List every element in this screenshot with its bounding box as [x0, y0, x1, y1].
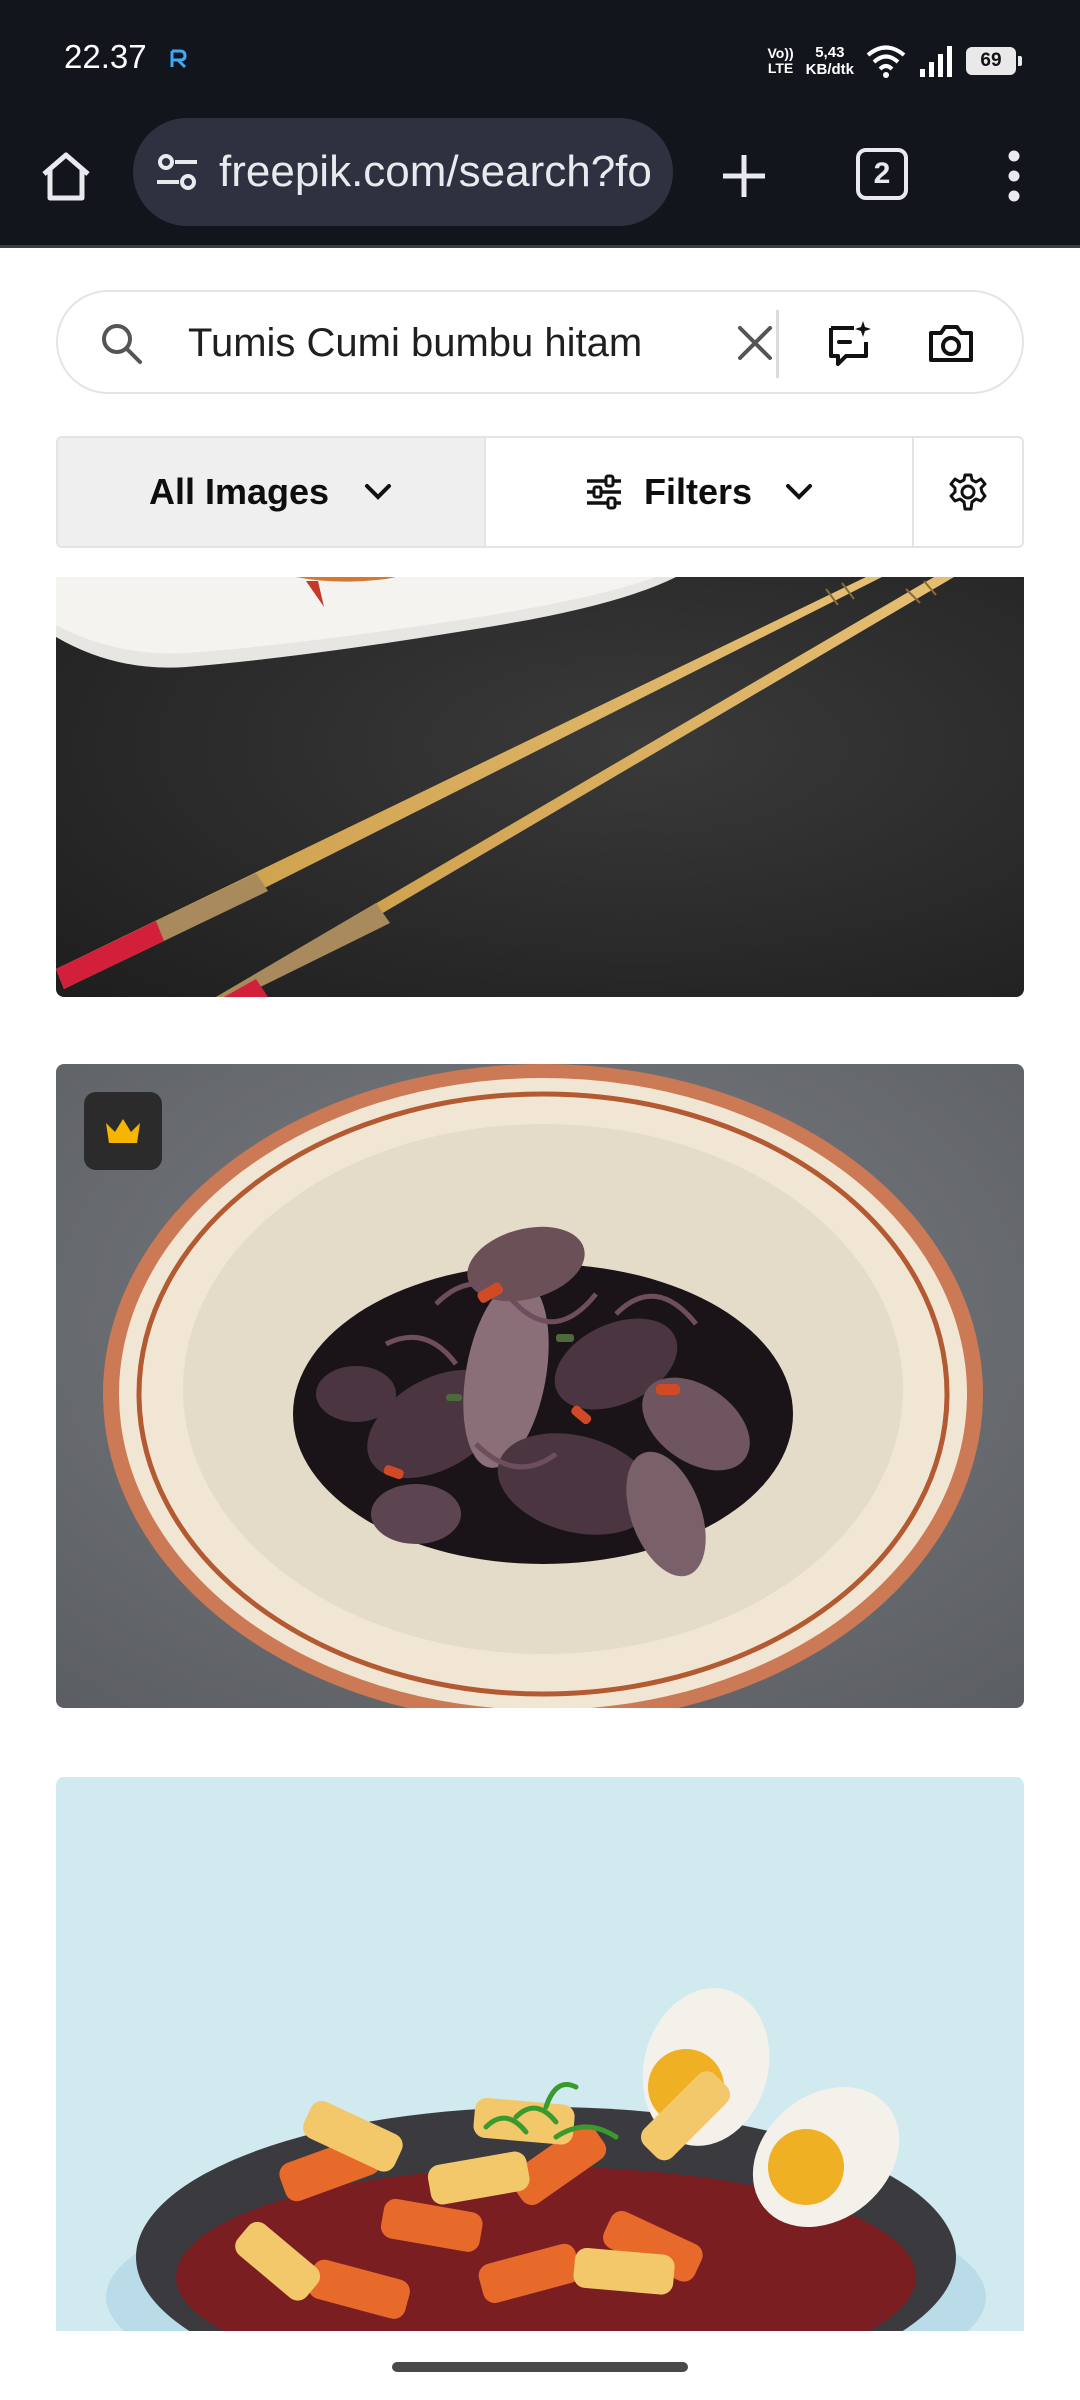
close-icon[interactable]: [732, 320, 778, 366]
volte-line1: Vo)): [767, 45, 794, 61]
squid-dish-photo: [56, 1064, 1024, 1708]
more-vert-icon: [1008, 150, 1020, 202]
status-bar: 22.37 Vo)) LTE 5,43 KB/dtk 69: [0, 0, 1080, 118]
url-text[interactable]: freepik.com/search?fo: [219, 147, 659, 197]
browser-toolbar: freepik.com/search?fo 2: [0, 118, 1080, 248]
result-image-card[interactable]: [56, 1777, 1024, 2331]
status-time: 22.37: [64, 38, 147, 75]
address-bar[interactable]: freepik.com/search?fo: [133, 118, 673, 226]
volte-indicator: Vo)) LTE: [767, 46, 793, 76]
plus-icon: [723, 155, 765, 197]
net-speed-unit: KB/dtk: [805, 61, 854, 78]
site-settings-icon[interactable]: [153, 148, 201, 196]
ai-chat-search-icon[interactable]: [824, 318, 874, 368]
status-indicators: Vo)) LTE 5,43 KB/dtk 69: [767, 34, 1022, 88]
filters-label: Filters: [643, 471, 753, 512]
net-speed: 5,43 KB/dtk: [806, 44, 854, 78]
volte-line2: LTE: [767, 60, 794, 76]
net-speed-value: 5,43: [815, 44, 845, 61]
sliders-icon: [586, 474, 621, 510]
premium-badge: [84, 1092, 162, 1170]
app-notification-icon: [170, 49, 187, 69]
tteokbokki-illustration: [56, 1777, 1024, 2331]
settings-button[interactable]: [914, 438, 1022, 546]
search-divider: [776, 310, 779, 378]
chevron-down-icon: [786, 484, 813, 500]
all-images-dropdown[interactable]: All Images: [58, 438, 486, 546]
new-tab-button[interactable]: [712, 144, 776, 208]
battery-indicator: 69: [966, 47, 1022, 75]
home-icon: [42, 152, 90, 201]
result-image-card[interactable]: [56, 1064, 1024, 1708]
signal-icon: [920, 46, 952, 77]
gesture-navigation-bar[interactable]: [392, 2362, 688, 2372]
wifi-icon: [866, 45, 906, 78]
search-icon[interactable]: [98, 320, 144, 366]
home-button[interactable]: [34, 144, 98, 208]
crown-icon: [106, 1119, 140, 1143]
tab-switcher-button[interactable]: 2: [856, 148, 908, 200]
gear-icon: [949, 473, 987, 511]
result-image-card[interactable]: [56, 577, 1024, 997]
camera-icon[interactable]: [926, 318, 976, 368]
all-images-label: All Images: [148, 471, 330, 512]
filter-bar: All Images Filters: [56, 436, 1024, 548]
overflow-menu-button[interactable]: [982, 144, 1046, 208]
chevron-down-icon: [365, 484, 392, 500]
filters-button[interactable]: Filters: [486, 438, 914, 546]
search-input[interactable]: Tumis Cumi bumbu hitam: [188, 318, 718, 368]
search-box[interactable]: Tumis Cumi bumbu hitam: [56, 290, 1024, 394]
chopsticks-photo: [56, 577, 1024, 997]
